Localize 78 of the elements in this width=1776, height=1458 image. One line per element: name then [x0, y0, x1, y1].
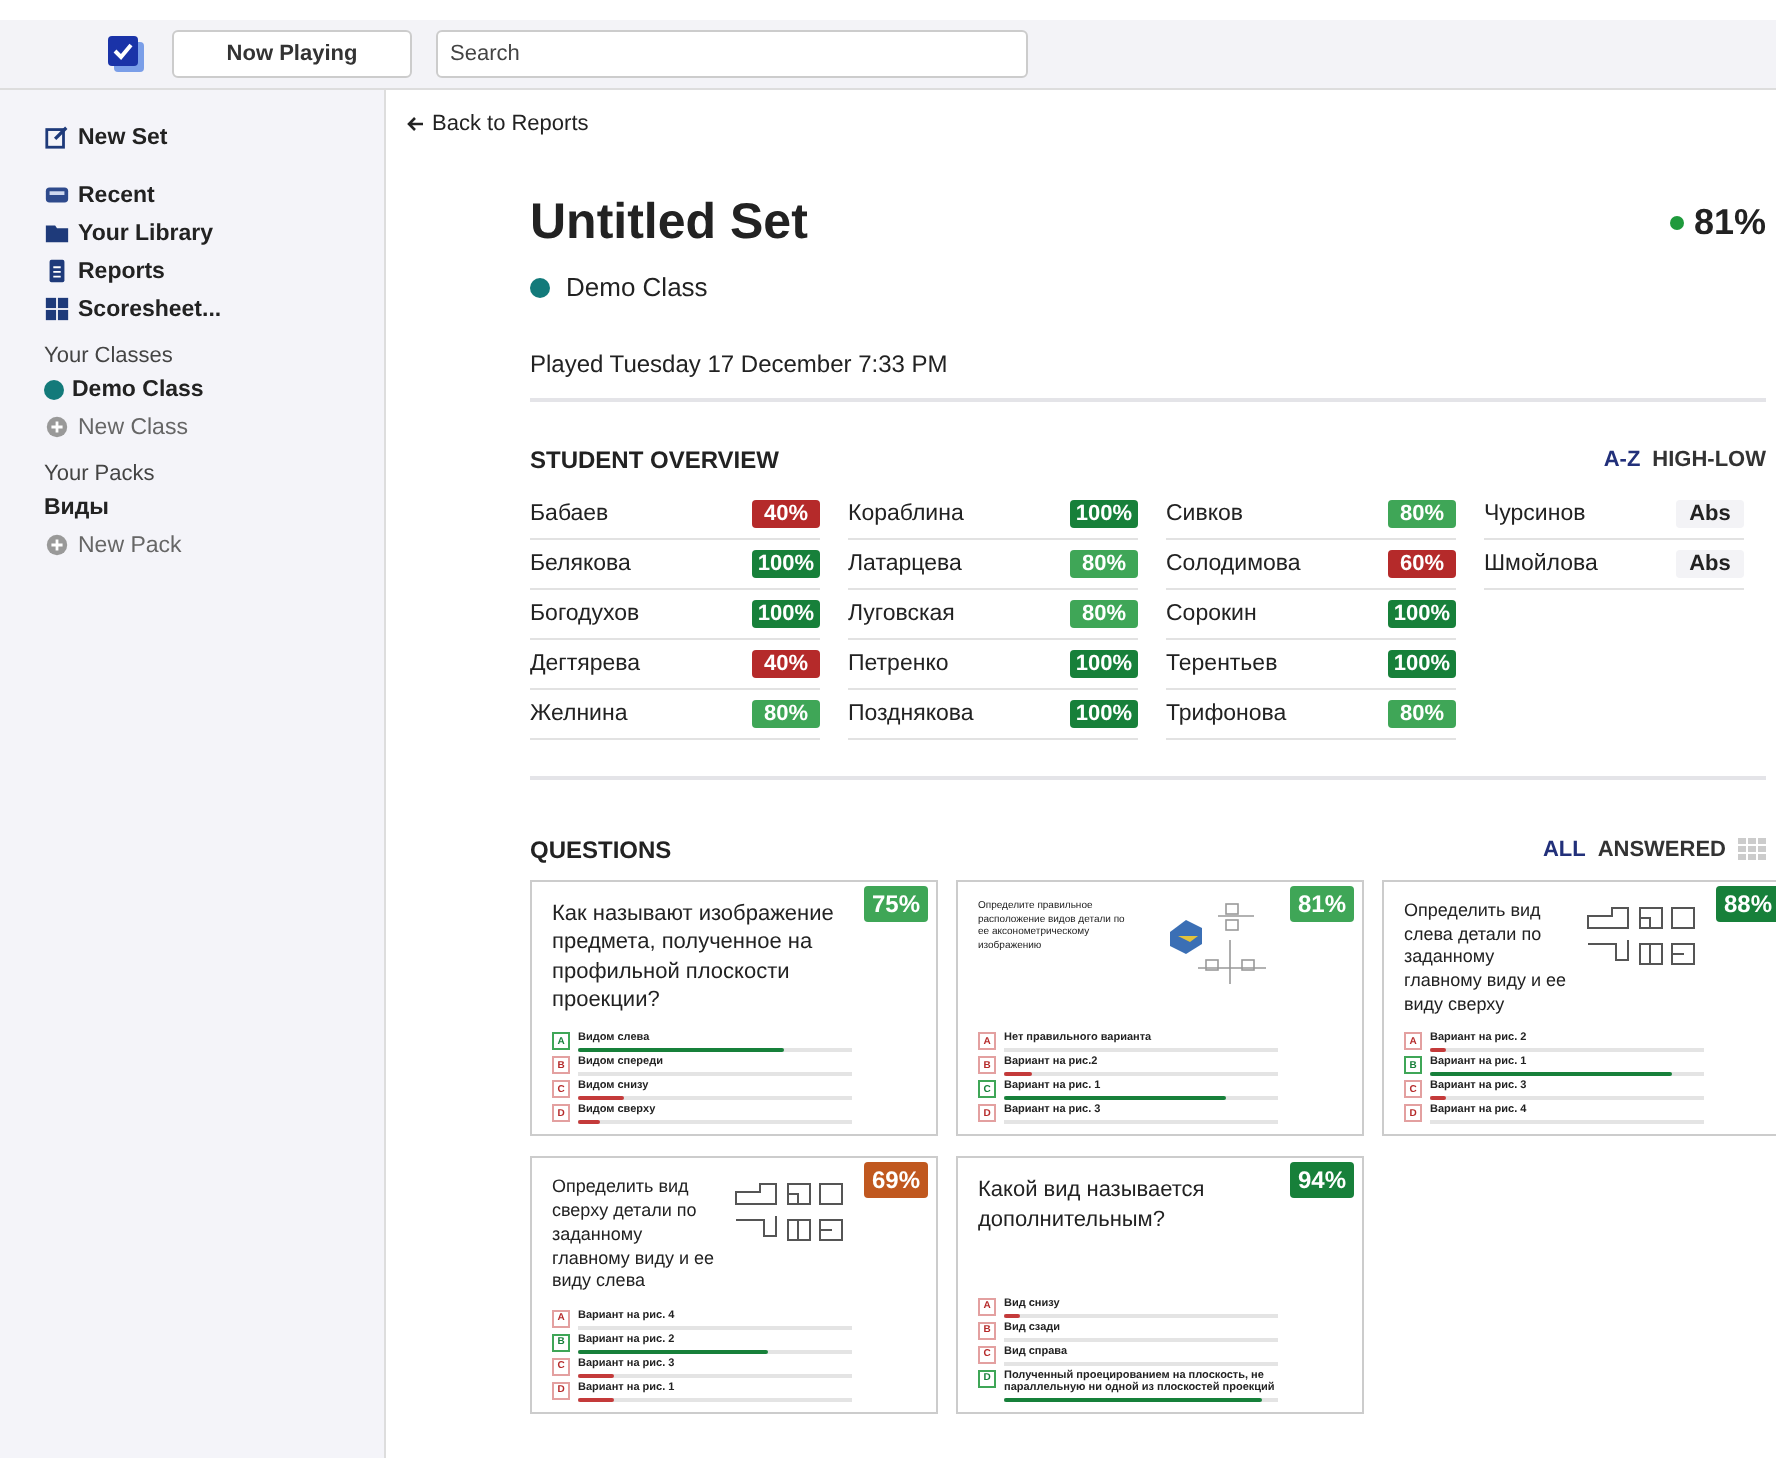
section-heading: STUDENT OVERVIEW: [530, 446, 779, 474]
score-badge: 100%: [751, 600, 820, 628]
back-arrow-icon: [406, 116, 424, 132]
score-badge: 80%: [1070, 550, 1138, 578]
student-name: Бабаев: [530, 502, 609, 526]
sort-tab[interactable]: A-Z: [1603, 448, 1641, 472]
score-badge: 100%: [1069, 700, 1138, 728]
student-name: Сорокин: [1166, 602, 1257, 626]
question-text: Определить вид слева детали по заданному главному виду и ее виду сверху: [1404, 900, 1568, 1017]
sidebar-item[interactable]: Виды: [44, 490, 109, 526]
score-badge: 40%: [752, 650, 820, 678]
filter-tab[interactable]: ALL: [1542, 838, 1586, 862]
sidebar-item[interactable]: Recent: [44, 176, 155, 214]
score-badge: 80%: [1388, 500, 1456, 528]
sidebar-item[interactable]: New Pack: [44, 526, 182, 564]
score-badge: 69%: [863, 1162, 928, 1199]
student-name: Богодухов: [530, 602, 640, 626]
tray-icon: [44, 182, 70, 208]
score-dot: [1669, 216, 1684, 230]
score-badge: 80%: [1070, 600, 1138, 628]
score-badge: 75%: [863, 886, 928, 922]
sidebar-item[interactable]: Your Library: [44, 214, 214, 252]
played-date: Played Tuesday 17 December 7:33 PM: [530, 350, 1766, 402]
score-badge: Abs: [1676, 500, 1744, 528]
new-set-button[interactable]: New Set: [44, 118, 168, 156]
sort-tab[interactable]: HIGH-LOW: [1652, 448, 1766, 472]
set-score: 81%: [1693, 202, 1766, 244]
class-dot: [530, 277, 550, 297]
score-badge: 88%: [1715, 886, 1776, 922]
section-heading: Your Classes: [44, 344, 173, 368]
student-name: Кораблина: [848, 502, 964, 526]
score-badge: 100%: [1387, 650, 1456, 678]
add-icon: [44, 532, 70, 558]
student-name: Белякова: [530, 552, 631, 576]
student-name: Дегтярева: [530, 652, 641, 676]
grid-icon: [44, 296, 70, 322]
app-logo-icon[interactable]: [104, 32, 148, 76]
score-badge: 100%: [1387, 600, 1456, 628]
sidebar-item[interactable]: Demo Class: [44, 372, 204, 408]
student-name: Позднякова: [848, 702, 974, 726]
folder-icon: [44, 220, 70, 246]
question-text: Как называют изображение предмета, полученное на профильной плоскости проекции?: [552, 900, 836, 1015]
score-badge: 81%: [1289, 886, 1354, 922]
score-badge: 40%: [752, 500, 820, 528]
student-name: Латарцева: [848, 552, 962, 576]
score-badge: 100%: [1069, 500, 1138, 528]
student-name: Терентьев: [1166, 652, 1278, 676]
question-text: Какой вид называется дополнительным?: [978, 1176, 1207, 1235]
section-heading: Your Packs: [44, 462, 155, 486]
score-badge: 80%: [1388, 700, 1456, 728]
student-name: Петренко: [848, 652, 949, 676]
sidebar-item[interactable]: New Class: [44, 408, 188, 446]
section-heading: QUESTIONS: [530, 836, 672, 864]
student-name: Солодимова: [1166, 552, 1301, 576]
class-name: Demo Class: [566, 272, 708, 302]
score-badge: 100%: [751, 550, 820, 578]
report-icon: [44, 258, 70, 284]
back-link[interactable]: Back to Reports: [406, 112, 589, 136]
student-name: Желнина: [530, 702, 628, 726]
score-badge: 60%: [1388, 550, 1456, 578]
add-icon: [44, 414, 70, 440]
score-badge: Abs: [1676, 550, 1744, 578]
score-badge: 80%: [752, 700, 820, 728]
filter-tab[interactable]: ANSWERED: [1597, 838, 1726, 862]
student-name: Луговская: [848, 602, 955, 626]
student-name: Чурсинов: [1484, 502, 1586, 526]
score-badge: 100%: [1069, 650, 1138, 678]
now-playing-button[interactable]: Now Playing: [172, 30, 412, 78]
student-name: Шмойлова: [1484, 552, 1598, 576]
sidebar-item[interactable]: Scoresheet...: [44, 290, 222, 328]
score-badge: 94%: [1289, 1162, 1354, 1199]
search-field[interactable]: Search: [436, 30, 1028, 78]
set-title: Untitled Set: [530, 194, 808, 252]
question-text: Определить вид сверху детали по заданному главному виду и ее виду слева: [552, 1176, 716, 1294]
student-name: Сивков: [1166, 502, 1244, 526]
student-name: Трифонова: [1166, 702, 1287, 726]
sidebar-item[interactable]: Reports: [44, 252, 165, 290]
edit-icon: [44, 124, 70, 150]
